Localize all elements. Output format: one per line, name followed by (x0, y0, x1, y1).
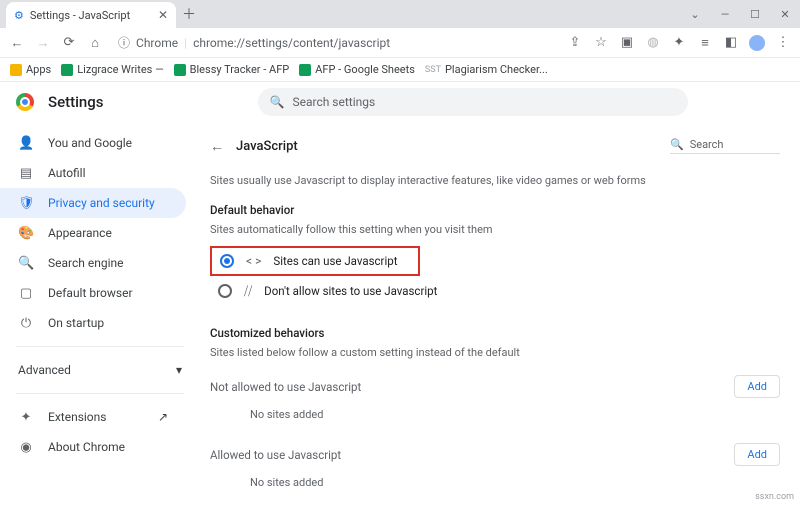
bookmark-item[interactable]: Lizgrace Writes — (61, 63, 163, 76)
startup-icon: ⏻ (18, 316, 34, 331)
site-info-icon[interactable]: ⓘ (118, 34, 130, 51)
sidebar-item-extensions[interactable]: ✦Extensions↗ (0, 402, 186, 432)
puzzle-icon[interactable]: ✦ (668, 32, 690, 54)
minimize-button[interactable]: — (710, 0, 740, 28)
gear-icon: ⚙ (14, 9, 24, 22)
tab-title: Settings - JavaScript (30, 9, 152, 22)
settings-header: Settings 🔍 Search settings (0, 82, 800, 122)
reading-list-icon[interactable]: ≡ (694, 32, 716, 54)
radio-checked-icon[interactable] (220, 254, 234, 268)
search-icon: 🔍 (670, 138, 684, 151)
bookmark-star-icon[interactable]: ☆ (590, 32, 612, 54)
code-off-icon: ⧸⧸ (244, 284, 252, 299)
option-block-javascript[interactable]: ⧸⧸ Don't allow sites to use Javascript (210, 276, 780, 306)
share-icon[interactable]: ⇪ (564, 32, 586, 54)
bookmark-item[interactable]: AFP - Google Sheets (299, 63, 415, 76)
radio-unchecked-icon[interactable] (218, 284, 232, 298)
person-icon: 👤 (18, 136, 34, 151)
external-link-icon: ↗ (158, 410, 168, 424)
sidebar-advanced[interactable]: Advanced▾ (0, 355, 200, 385)
custom-behaviors-title: Customized behaviors (210, 326, 780, 340)
chrome-icon: ◉ (18, 440, 34, 455)
sidebar-item-default-browser[interactable]: ▢Default browser (0, 278, 186, 308)
appearance-icon: 🎨 (18, 226, 34, 241)
menu-button[interactable]: ⋮ (772, 32, 794, 54)
chrome-logo-icon (16, 93, 34, 111)
add-not-allowed-button[interactable]: Add (734, 375, 780, 398)
shield-icon: 🛡 (18, 196, 34, 211)
url-path: chrome://settings/content/javascript (193, 36, 390, 50)
back-button[interactable]: ← (6, 32, 28, 54)
allowed-title: Allowed to use Javascript (210, 448, 341, 462)
section-title: JavaScript (236, 139, 298, 154)
code-icon: < > (246, 254, 261, 268)
watermark: ssxn.com (755, 492, 794, 502)
sidepanel-icon[interactable]: ◧ (720, 32, 742, 54)
extension-box-icon[interactable]: ▣ (616, 32, 638, 54)
bookmark-item[interactable]: Blessy Tracker - AFP (174, 63, 290, 76)
bookmarks-bar: Apps Lizgrace Writes — Blessy Tracker - … (0, 58, 800, 82)
maximize-button[interactable]: ☐ (740, 0, 770, 28)
sidebar-item-autofill[interactable]: ▤Autofill (0, 158, 186, 188)
browser-icon: ▢ (18, 286, 34, 301)
add-allowed-button[interactable]: Add (734, 443, 780, 466)
browser-titlebar: ⚙ Settings - JavaScript ✕ ＋ ⌄ — ☐ ✕ (0, 0, 800, 28)
not-allowed-title: Not allowed to use Javascript (210, 380, 361, 394)
search-placeholder: Search settings (292, 95, 375, 109)
puzzle-icon: ✦ (18, 410, 34, 425)
divider (16, 393, 184, 394)
browser-toolbar: ← → ⟳ ⌂ ⓘ Chrome | chrome://settings/con… (0, 28, 800, 58)
search-icon: 🔍 (18, 256, 34, 271)
sidebar-item-search-engine[interactable]: 🔍Search engine (0, 248, 186, 278)
bookmark-item[interactable]: SSTPlagiarism Checker... (425, 63, 548, 76)
settings-search[interactable]: 🔍 Search settings (258, 88, 688, 116)
close-window-button[interactable]: ✕ (770, 0, 800, 28)
search-icon: 🔍 (270, 95, 285, 109)
section-search[interactable]: 🔍 Search (670, 138, 780, 154)
sidebar-item-you-and-google[interactable]: 👤You and Google (0, 128, 186, 158)
new-tab-button[interactable]: ＋ (182, 4, 196, 24)
back-arrow-button[interactable]: ← (210, 138, 224, 155)
option-allow-javascript[interactable]: < > Sites can use Javascript (210, 246, 420, 276)
chevron-down-icon: ▾ (176, 363, 182, 377)
sidebar-item-appearance[interactable]: 🎨Appearance (0, 218, 186, 248)
settings-sidebar: 👤You and Google ▤Autofill 🛡Privacy and s… (0, 122, 200, 506)
autofill-icon: ▤ (18, 166, 34, 181)
profile-avatar[interactable] (746, 32, 768, 54)
sidebar-item-privacy-security[interactable]: 🛡Privacy and security (0, 188, 186, 218)
dropdown-icon[interactable]: ⌄ (680, 0, 710, 28)
custom-behaviors-sub: Sites listed below follow a custom setti… (210, 346, 780, 359)
settings-content: ← JavaScript 🔍 Search Sites usually use … (200, 122, 800, 506)
extension-icon[interactable]: ◍ (642, 32, 664, 54)
address-bar[interactable]: ⓘ Chrome | chrome://settings/content/jav… (110, 32, 560, 54)
default-behavior-sub: Sites automatically follow this setting … (210, 223, 780, 236)
browser-tab[interactable]: ⚙ Settings - JavaScript ✕ (6, 2, 176, 28)
sidebar-item-on-startup[interactable]: ⏻On startup (0, 308, 186, 338)
default-behavior-title: Default behavior (210, 203, 780, 217)
section-description: Sites usually use Javascript to display … (210, 174, 780, 187)
url-origin: Chrome (136, 36, 178, 50)
divider (16, 346, 184, 347)
sidebar-item-about[interactable]: ◉About Chrome (0, 432, 186, 462)
forward-button[interactable]: → (32, 32, 54, 54)
window-controls: ⌄ — ☐ ✕ (680, 0, 800, 28)
bookmark-apps[interactable]: Apps (10, 63, 51, 76)
reload-button[interactable]: ⟳ (58, 32, 80, 54)
page-title: Settings (48, 93, 104, 111)
close-icon[interactable]: ✕ (158, 8, 168, 22)
not-allowed-empty: No sites added (210, 398, 780, 427)
allowed-empty: No sites added (210, 466, 780, 495)
home-button[interactable]: ⌂ (84, 32, 106, 54)
